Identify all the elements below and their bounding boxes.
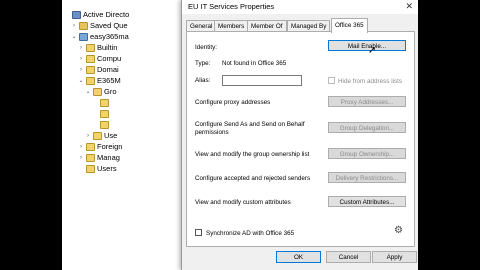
tree-node[interactable] xyxy=(92,98,111,108)
sync-ad-checkbox[interactable] xyxy=(195,229,202,236)
tree-node-label: E365M xyxy=(97,76,121,85)
tree-node[interactable]: Users xyxy=(78,164,117,174)
type-label: Type: xyxy=(195,60,211,67)
expand-chevron-icon[interactable]: › xyxy=(85,131,91,141)
identity-label: Identity: xyxy=(195,44,218,51)
alias-input[interactable] xyxy=(222,75,302,86)
group-delegation-button[interactable]: Group Delegation... xyxy=(328,122,406,133)
tree-node-label: Gro xyxy=(104,87,117,96)
tree-node[interactable]: Active Directo xyxy=(64,10,129,20)
close-icon[interactable]: ✕ xyxy=(405,1,413,12)
folder-icon xyxy=(86,66,95,74)
tree-node[interactable]: › Use xyxy=(85,131,117,141)
tree-node[interactable]: ⌄ Gro xyxy=(85,87,117,97)
senders-label: Configure accepted and rejected senders xyxy=(195,175,311,182)
expand-chevron-icon[interactable]: › xyxy=(78,142,84,152)
tree-node[interactable]: › Domai xyxy=(78,65,119,75)
expand-chevron-icon[interactable]: › xyxy=(78,153,84,163)
gear-icon[interactable]: ⚙ xyxy=(394,225,403,236)
tab-office-365[interactable]: Office 365 xyxy=(331,18,368,33)
root-icon xyxy=(72,11,81,19)
hide-from-address-lists-checkbox[interactable] xyxy=(328,77,335,84)
properties-dialog: EU IT Services Properties ✕ General Memb… xyxy=(181,0,418,270)
tree-node[interactable]: › Foreign xyxy=(78,142,122,152)
sync-ad-label: Synchronize AD with Office 365 xyxy=(206,230,295,237)
type-value: Not found in Office 365 xyxy=(222,60,287,67)
proxy-addresses-button[interactable]: Proxy Addresses... xyxy=(328,96,406,107)
tree-node-label: Users xyxy=(97,164,117,173)
dom-icon xyxy=(79,33,88,41)
tree-node-label: Saved Que xyxy=(90,21,128,30)
folder-icon xyxy=(86,44,95,52)
folder-icon xyxy=(100,99,109,107)
tree-node-label: Active Directo xyxy=(83,10,130,19)
cancel-button[interactable]: Cancel xyxy=(326,251,371,263)
tree-node[interactable]: ⌄ E365M xyxy=(78,76,121,86)
alias-label: Alias: xyxy=(195,77,211,84)
screen-area: Active Directo › Saved Que ⌄ easy365ma › Built… xyxy=(62,0,418,270)
tree-node-label: Foreign xyxy=(97,142,123,151)
group-ownership-button[interactable]: Group Ownership... xyxy=(328,148,406,159)
hide-from-address-lists-label: Hide from address lists xyxy=(338,78,403,85)
folder-icon xyxy=(93,88,102,96)
tree-node[interactable]: › Manag xyxy=(78,153,120,163)
expand-chevron-icon[interactable]: › xyxy=(71,21,77,31)
tree-node-label: Use xyxy=(104,131,118,140)
tree-node-label: easy365ma xyxy=(90,32,129,41)
tree-node-label: Compu xyxy=(97,54,122,63)
expand-chevron-icon[interactable]: ⌄ xyxy=(85,87,91,97)
dialog-titlebar: EU IT Services Properties ✕ xyxy=(182,0,418,14)
tree-node[interactable]: › Saved Que xyxy=(71,21,128,31)
tree-node[interactable] xyxy=(92,120,111,130)
delivery-restrictions-button[interactable]: Delivery Restrictions... xyxy=(328,172,406,183)
tree-node-label: Manag xyxy=(97,153,120,162)
tree-node[interactable]: › Compu xyxy=(78,54,121,64)
tree-node[interactable]: › Builtin xyxy=(78,43,117,53)
folder-icon xyxy=(86,154,95,162)
mouse-cursor-icon: ➚ xyxy=(368,45,377,56)
custom-attributes-label: View and modify custom attributes xyxy=(195,199,291,206)
folder-icon xyxy=(86,143,95,151)
ownership-label: View and modify the group ownership list xyxy=(195,151,310,158)
expand-chevron-icon[interactable]: › xyxy=(78,43,84,53)
expand-chevron-icon[interactable]: ⌄ xyxy=(78,76,84,86)
dialog-title: EU IT Services Properties xyxy=(188,2,275,11)
expand-chevron-icon[interactable]: › xyxy=(78,54,84,64)
tree-node[interactable] xyxy=(92,109,111,119)
tree-node[interactable]: ⌄ easy365ma xyxy=(71,32,129,42)
expand-chevron-icon[interactable]: ⌄ xyxy=(71,32,77,42)
saved-icon xyxy=(79,22,88,30)
tree-node-label: Builtin xyxy=(97,43,118,52)
folder-icon xyxy=(100,121,109,129)
folder-icon xyxy=(86,55,95,63)
folder-icon xyxy=(86,165,95,173)
tree-node-label: Domai xyxy=(97,65,119,74)
expand-chevron-icon[interactable]: › xyxy=(78,65,84,75)
proxy-addresses-label: Configure proxy addresses xyxy=(195,99,271,106)
folder-icon xyxy=(86,77,95,85)
apply-button[interactable]: Apply xyxy=(372,251,417,263)
custom-attributes-button[interactable]: Custom Attributes... xyxy=(328,196,406,207)
mail-enable-button[interactable]: Mail Enable... xyxy=(328,40,406,51)
folder-icon xyxy=(100,110,109,118)
ok-button[interactable]: OK xyxy=(276,251,321,263)
send-as-label: Configure Send As and Send on Behalf per… xyxy=(195,121,305,136)
folder-icon xyxy=(93,132,102,140)
office365-tab-panel: Identity: Mail Enable... ➚ Type: Not fou… xyxy=(186,31,415,247)
